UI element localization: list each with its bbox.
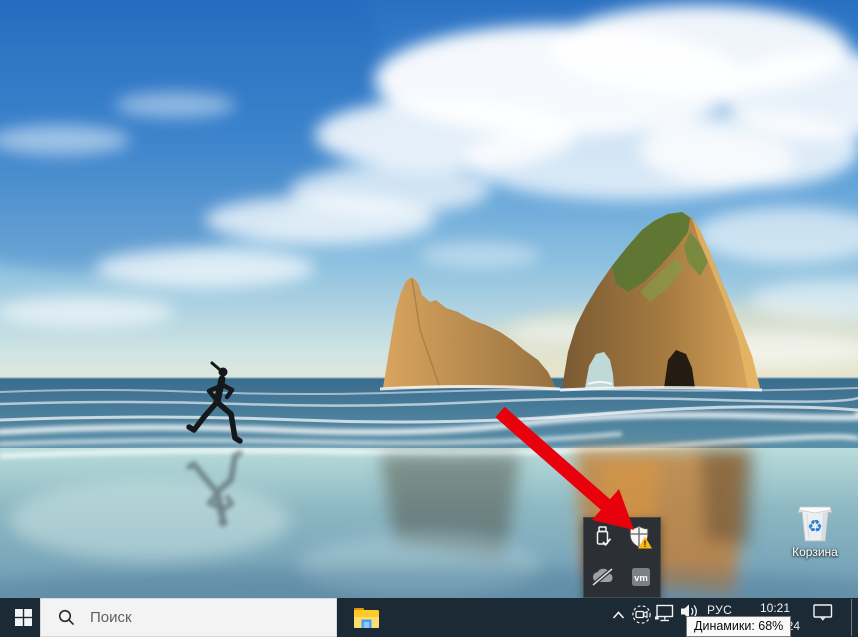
recycle-bin-label: Корзина: [792, 545, 838, 559]
vmware-tools-icon: vm: [628, 564, 654, 590]
usb-safely-remove-icon: [590, 525, 616, 551]
search-input[interactable]: [88, 608, 312, 627]
clock-time[interactable]: 10:21: [756, 601, 794, 615]
beach-wallpaper-scene: [0, 0, 858, 598]
meet-now-icon[interactable]: [632, 605, 651, 624]
onedrive-tray-icon[interactable]: [584, 558, 622, 598]
windows-start-icon: [15, 609, 32, 626]
hidden-icons-flyout: ! vm: [583, 517, 661, 598]
svg-text:!: !: [644, 539, 647, 549]
file-explorer-taskbar-button[interactable]: [346, 598, 386, 637]
desktop-wallpaper: [0, 0, 858, 598]
safely-remove-hardware-tray-icon[interactable]: [584, 518, 622, 558]
volume-tooltip: Динамики: 68%: [686, 616, 791, 637]
hidden-icons-chevron[interactable]: [612, 611, 625, 620]
recycle-bin-icon: ♻: [794, 500, 836, 544]
windows-desktop: ♻ Корзина !: [0, 0, 858, 637]
windows-security-warning-icon: !: [628, 525, 654, 551]
vm-label: vm: [634, 573, 648, 584]
svg-text:♻: ♻: [807, 517, 822, 537]
vmware-tools-tray-icon[interactable]: vm: [622, 558, 660, 598]
file-explorer-icon: [353, 607, 380, 629]
onedrive-offline-icon: [590, 566, 616, 588]
language-indicator[interactable]: РУС: [707, 603, 732, 617]
search-icon: [58, 609, 75, 626]
windows-security-tray-icon[interactable]: !: [622, 518, 660, 558]
show-desktop-button[interactable]: [851, 599, 852, 636]
network-ethernet-icon[interactable]: [655, 604, 674, 623]
recycle-bin-desktop-icon[interactable]: ♻ Корзина: [784, 500, 846, 566]
taskbar-search-box[interactable]: [40, 598, 337, 637]
action-center-icon[interactable]: [813, 604, 833, 621]
